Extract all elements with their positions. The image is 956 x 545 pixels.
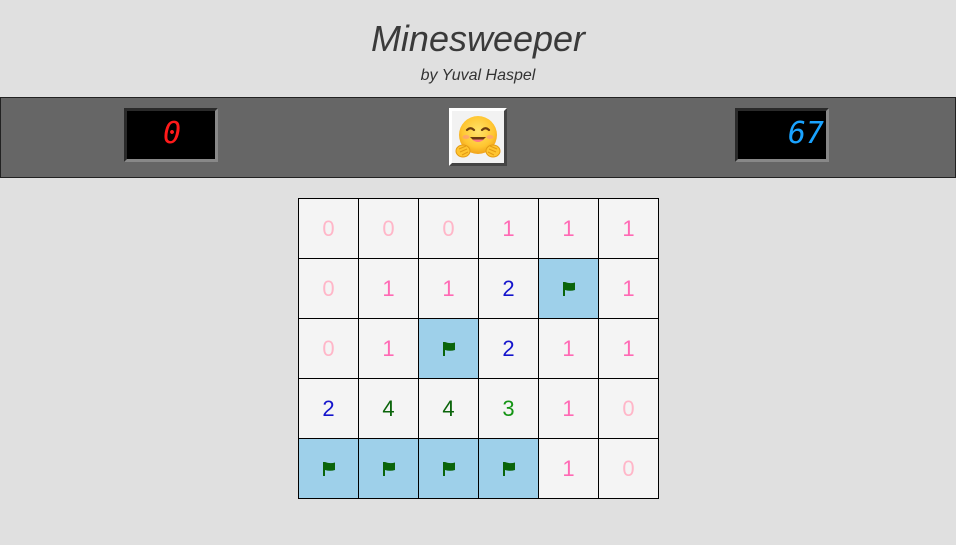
cell-revealed[interactable]: 1 [478, 198, 539, 259]
reset-face-button[interactable] [449, 108, 507, 166]
cell-revealed[interactable]: 0 [298, 318, 359, 379]
mines-counter: 0 [124, 108, 218, 162]
flag-icon [382, 461, 395, 476]
cell-revealed[interactable]: 1 [538, 198, 599, 259]
cell-revealed[interactable]: 4 [418, 378, 479, 439]
cell-flagged[interactable] [298, 438, 359, 499]
header: Minesweeper by Yuval Haspel [0, 0, 956, 86]
cell-revealed[interactable]: 0 [598, 438, 659, 499]
cell-revealed[interactable]: 1 [358, 318, 419, 379]
cell-revealed[interactable]: 0 [418, 198, 479, 259]
flag-icon [502, 461, 515, 476]
cell-revealed[interactable]: 2 [478, 258, 539, 319]
flag-icon [322, 461, 335, 476]
cell-revealed[interactable]: 1 [538, 438, 599, 499]
cell-revealed[interactable]: 2 [298, 378, 359, 439]
flag-icon [442, 341, 455, 356]
page-subtitle: by Yuval Haspel [420, 67, 536, 84]
cell-revealed[interactable]: 0 [598, 378, 659, 439]
game-board: 000111011210121124431010 [298, 198, 659, 499]
cell-revealed[interactable]: 3 [478, 378, 539, 439]
cell-revealed[interactable]: 0 [298, 198, 359, 259]
cell-revealed[interactable]: 1 [358, 258, 419, 319]
cell-flagged[interactable] [478, 438, 539, 499]
flag-icon [442, 461, 455, 476]
cell-flagged[interactable] [358, 438, 419, 499]
cell-flagged[interactable] [538, 258, 599, 319]
flag-icon [562, 281, 575, 296]
cell-revealed[interactable]: 1 [538, 378, 599, 439]
cell-flagged[interactable] [418, 438, 479, 499]
cell-revealed[interactable]: 1 [538, 318, 599, 379]
cell-revealed[interactable]: 0 [358, 198, 419, 259]
control-bar: 0 67 [0, 97, 956, 178]
cell-revealed[interactable]: 1 [598, 198, 659, 259]
hugging-face-icon [455, 116, 501, 158]
cell-revealed[interactable]: 1 [598, 258, 659, 319]
timer-display: 67 [735, 108, 829, 162]
cell-revealed[interactable]: 1 [598, 318, 659, 379]
page-title: Minesweeper [370, 18, 586, 59]
cell-flagged[interactable] [418, 318, 479, 379]
cell-revealed[interactable]: 1 [418, 258, 479, 319]
cell-revealed[interactable]: 4 [358, 378, 419, 439]
cell-revealed[interactable]: 2 [478, 318, 539, 379]
cell-revealed[interactable]: 0 [298, 258, 359, 319]
